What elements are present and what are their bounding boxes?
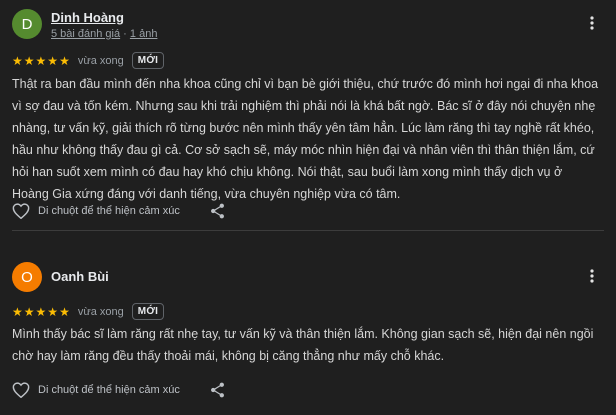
heart-outline-icon — [12, 203, 30, 219]
new-badge: MỚI — [131, 303, 165, 320]
react-label: Di chuột để thể hiện cảm xúc — [38, 384, 180, 396]
star-icon: ★ — [23, 53, 35, 68]
review-card: O Oanh Bùi ★ ★ ★ ★ ★ vừa xong MỚI Mình t… — [0, 231, 616, 415]
more-vert-icon — [590, 269, 594, 283]
more-options-button[interactable] — [582, 266, 602, 286]
review-count[interactable]: 5 bài đánh giá — [51, 28, 120, 40]
star-rating: ★ ★ ★ ★ ★ — [12, 306, 70, 318]
more-options-button[interactable] — [582, 13, 602, 33]
star-icon: ★ — [35, 53, 47, 68]
photo-count[interactable]: 1 ảnh — [130, 28, 158, 40]
review-text: Thật ra ban đầu mình đến nha khoa cũng c… — [12, 77, 599, 201]
review-card: D Dinh Hoàng 5 bài đánh giá · 1 ảnh ★ ★ … — [0, 0, 616, 230]
review-actions: Di chuột để thể hiện cảm xúc — [12, 382, 604, 398]
star-icon: ★ — [47, 53, 59, 68]
share-icon — [210, 382, 224, 398]
new-badge: MỚI — [131, 52, 165, 69]
review-time: vừa xong — [77, 54, 124, 67]
more-vert-icon — [590, 16, 594, 30]
star-icon: ★ — [47, 304, 59, 319]
star-icon: ★ — [12, 53, 23, 68]
star-icon: ★ — [35, 304, 47, 319]
reviewer-name[interactable]: Oanh Bùi — [51, 269, 109, 284]
review-time: vừa xong — [77, 305, 124, 318]
share-icon — [210, 203, 224, 219]
share-button[interactable] — [210, 203, 225, 219]
star-icon: ★ — [23, 304, 35, 319]
reviewer-name[interactable]: Dinh Hoàng — [51, 10, 124, 25]
avatar-initial: O — [21, 268, 33, 286]
heart-outline-icon — [12, 382, 30, 398]
reviewer-avatar[interactable]: O — [12, 262, 42, 292]
review-text: Mình thấy bác sĩ làm răng rất nhẹ tay, t… — [12, 327, 594, 363]
react-label: Di chuột để thể hiện cảm xúc — [38, 205, 180, 217]
reviewer-stats[interactable]: 5 bài đánh giá · 1 ảnh — [51, 28, 157, 40]
rating-row: ★ ★ ★ ★ ★ vừa xong MỚI — [12, 303, 165, 320]
rating-row: ★ ★ ★ ★ ★ vừa xong MỚI — [12, 52, 165, 69]
star-icon: ★ — [12, 304, 23, 319]
star-icon: ★ — [59, 53, 70, 68]
review-actions: Di chuột để thể hiện cảm xúc — [12, 203, 604, 219]
reviewer-avatar[interactable]: D — [12, 9, 42, 39]
react-button[interactable]: Di chuột để thể hiện cảm xúc — [12, 382, 180, 398]
stats-separator: · — [120, 28, 130, 40]
avatar-initial: D — [21, 15, 33, 33]
star-rating: ★ ★ ★ ★ ★ — [12, 55, 70, 67]
share-button[interactable] — [210, 382, 225, 398]
react-button[interactable]: Di chuột để thể hiện cảm xúc — [12, 203, 180, 219]
star-icon: ★ — [59, 304, 70, 319]
